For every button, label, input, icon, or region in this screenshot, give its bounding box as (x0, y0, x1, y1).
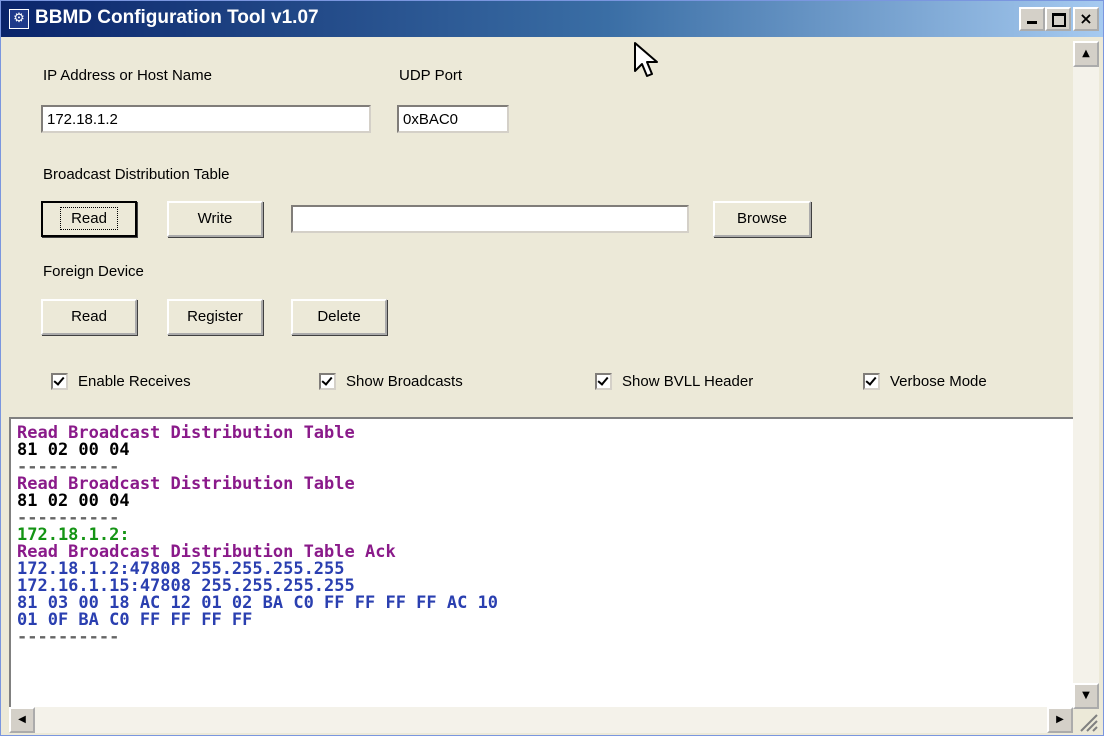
fd-delete-button[interactable]: Delete (291, 299, 387, 335)
show-broadcasts-label: Show Broadcasts (346, 373, 463, 390)
fd-register-button[interactable]: Register (167, 299, 263, 335)
close-icon: × (1079, 9, 1093, 28)
vertical-scrollbar[interactable]: ▲ ▼ (1073, 41, 1099, 709)
udp-port-label: UDP Port (399, 67, 463, 84)
maximize-button[interactable] (1045, 7, 1071, 31)
bdt-file-input[interactable] (291, 205, 689, 233)
arrow-up-icon: ▲ (1082, 48, 1090, 59)
log-line: ---------- (17, 508, 120, 528)
bdt-section-label: Broadcast Distribution Table (43, 166, 230, 183)
verbose-mode-checkbox[interactable]: Verbose Mode (863, 373, 987, 390)
app-icon[interactable]: ⚙ (9, 9, 29, 29)
checkbox-check-icon[interactable] (51, 373, 68, 390)
minimize-button[interactable] (1019, 7, 1045, 31)
checkbox-check-icon[interactable] (319, 373, 336, 390)
checkbox-check-icon[interactable] (595, 373, 612, 390)
ip-address-input[interactable]: 172.18.1.2 (41, 105, 371, 133)
verbose-mode-label: Verbose Mode (890, 373, 987, 390)
enable-receives-label: Enable Receives (78, 373, 191, 390)
bdt-read-button[interactable]: Read (41, 201, 137, 237)
bdt-read-label: Read (60, 207, 118, 230)
app-window: ⚙ BBMD Configuration Tool v1.07 × IP Add… (0, 0, 1104, 736)
scroll-up-button[interactable]: ▲ (1073, 41, 1099, 67)
udp-port-input[interactable]: 0xBAC0 (397, 105, 509, 133)
foreign-device-label: Foreign Device (43, 263, 144, 280)
window-title: BBMD Configuration Tool v1.07 (35, 7, 319, 28)
horizontal-scrollbar[interactable]: ◀ ▶ (9, 707, 1073, 733)
enable-receives-checkbox[interactable]: Enable Receives (51, 373, 191, 390)
title-bar[interactable]: ⚙ BBMD Configuration Tool v1.07 × (1, 1, 1103, 37)
browse-button[interactable]: Browse (713, 201, 811, 237)
log-line: Read Broadcast Distribution Table (17, 423, 355, 443)
arrow-left-icon: ◀ (18, 714, 26, 725)
show-broadcasts-checkbox[interactable]: Show Broadcasts (319, 373, 463, 390)
log-line: ---------- (17, 627, 120, 647)
bdt-write-button[interactable]: Write (167, 201, 263, 237)
arrow-down-icon: ▼ (1082, 690, 1090, 701)
ip-address-label: IP Address or Host Name (43, 67, 212, 84)
checkbox-check-icon[interactable] (863, 373, 880, 390)
arrow-right-icon: ▶ (1056, 714, 1064, 725)
fd-read-button[interactable]: Read (41, 299, 137, 335)
show-bvll-header-checkbox[interactable]: Show BVLL Header (595, 373, 753, 390)
log-line: 81 02 00 04 (17, 440, 130, 460)
size-grip-icon[interactable] (1075, 709, 1099, 733)
show-bvll-header-label: Show BVLL Header (622, 373, 754, 390)
mouse-cursor-icon (634, 42, 658, 77)
scroll-left-button[interactable]: ◀ (9, 707, 35, 733)
close-button[interactable]: × (1073, 7, 1099, 31)
log-line: 01 0F BA C0 FF FF FF FF (17, 610, 253, 630)
scroll-down-button[interactable]: ▼ (1073, 683, 1099, 709)
log-line: 81 02 00 04 (17, 491, 130, 511)
log-output[interactable]: Read Broadcast Distribution Table 81 02 … (9, 417, 1073, 707)
scroll-right-button[interactable]: ▶ (1047, 707, 1073, 733)
log-line: Read Broadcast Distribution Table (17, 474, 355, 494)
